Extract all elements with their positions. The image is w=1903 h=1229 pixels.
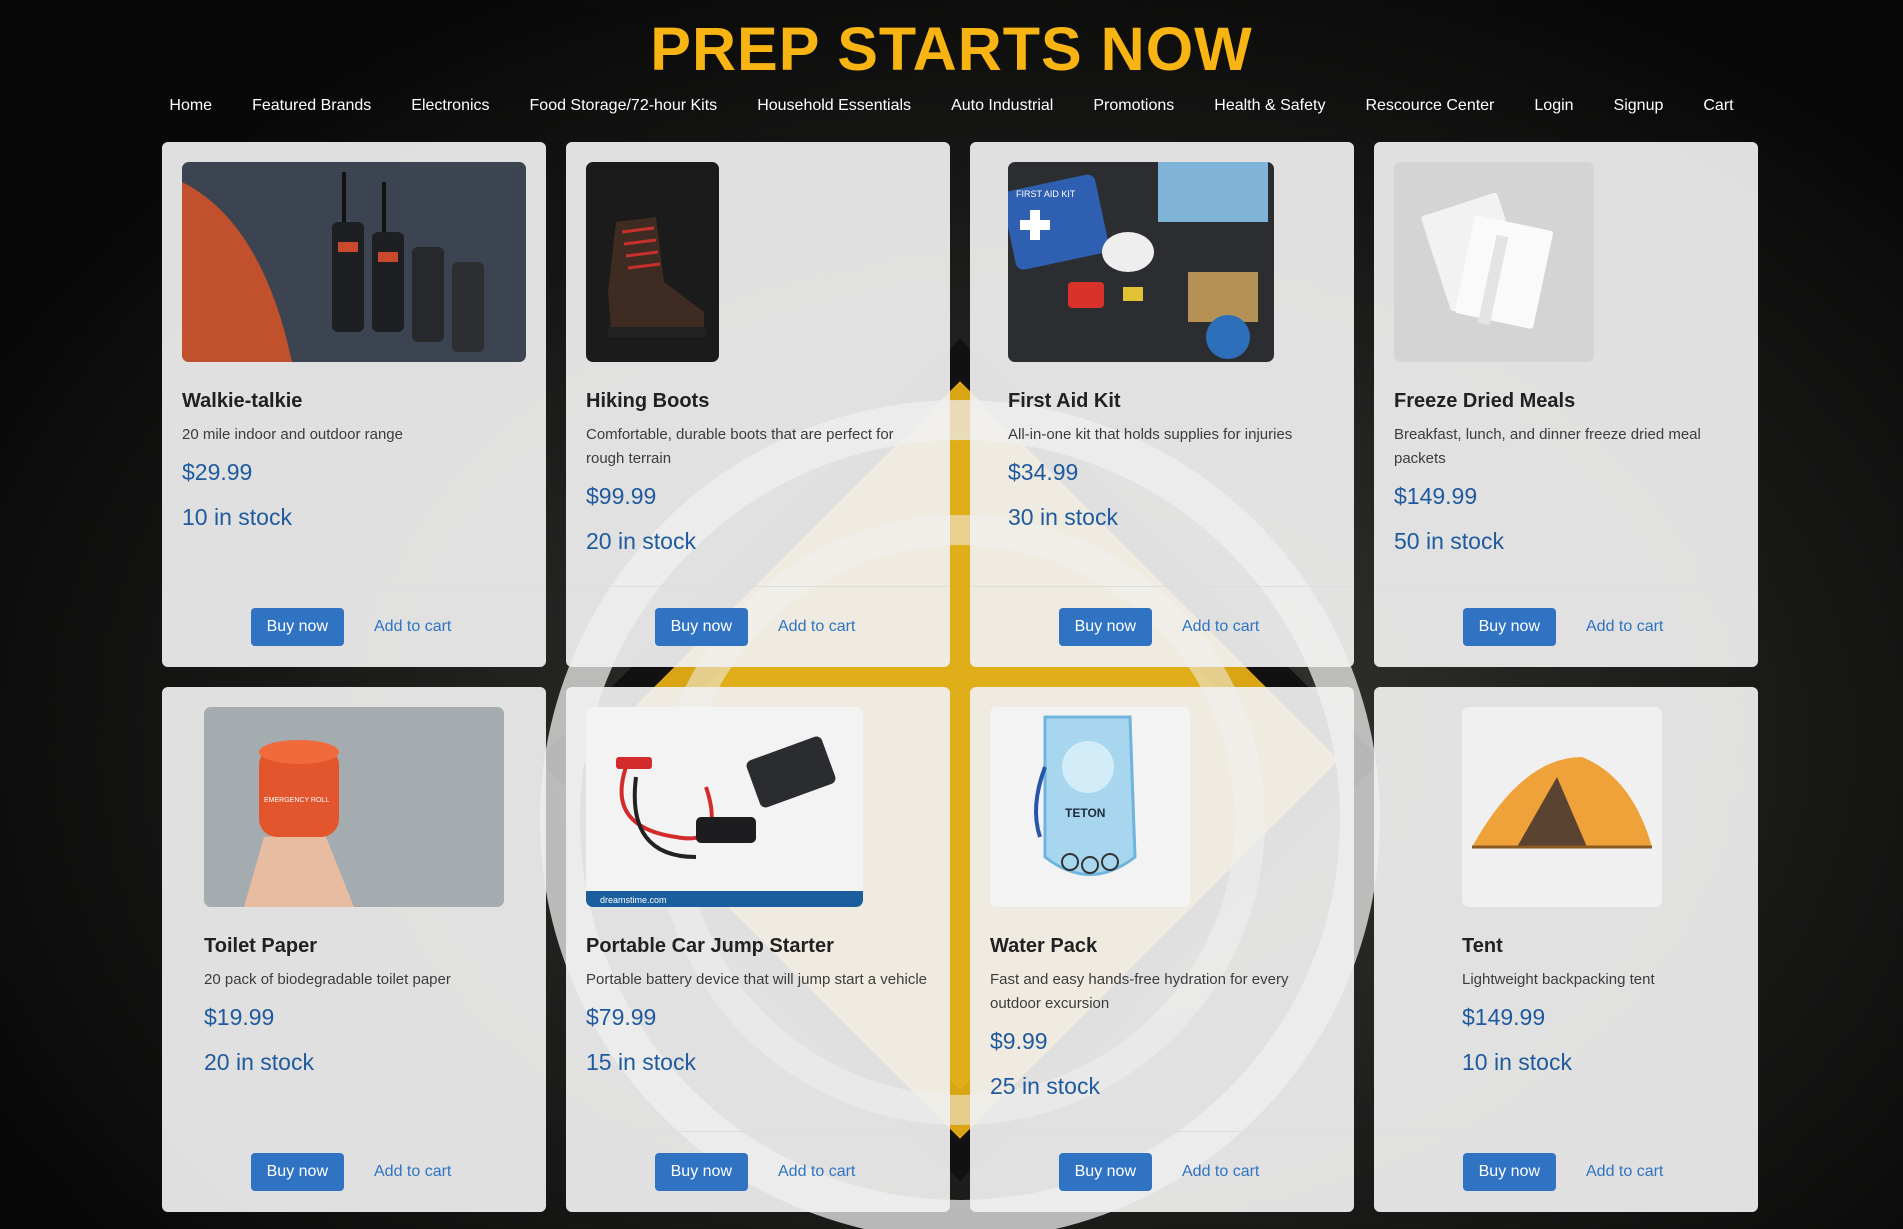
product-description: Fast and easy hands-free hydration for e… — [990, 971, 1289, 1012]
watermark-label: dreamstime.com — [600, 895, 667, 905]
product-stock: 50 in stock — [1394, 528, 1504, 554]
header: PREP STARTS NOW Home Featured Brands Ele… — [0, 0, 1903, 121]
product-description: Lightweight backpacking tent — [1462, 971, 1655, 988]
product-description: All-in-one kit that holds supplies for i… — [1008, 426, 1293, 443]
walkie-talkie-photo — [182, 162, 526, 362]
water-pack-label: TETON — [1065, 806, 1105, 820]
product-name: Water Pack — [990, 935, 1098, 957]
add-to-cart-button[interactable]: Add to cart — [368, 1162, 457, 1182]
buy-now-button[interactable]: Buy now — [654, 608, 748, 646]
product-card: Tent Lightweight backpacking tent $149.9… — [1374, 687, 1758, 1212]
buy-now-button[interactable]: Buy now — [250, 1153, 344, 1191]
product-price: $149.99 — [1394, 483, 1478, 509]
nav-home[interactable]: Home — [149, 91, 232, 121]
product-grid: Walkie-talkie 20 mile indoor and outdoor… — [162, 142, 1758, 1212]
product-price: $29.99 — [182, 459, 253, 485]
product-description: Breakfast, lunch, and dinner freeze drie… — [1394, 426, 1701, 467]
product-card: Freeze Dried Meals Breakfast, lunch, and… — [1374, 142, 1758, 667]
product-price: $79.99 — [586, 1004, 657, 1030]
add-to-cart-button[interactable]: Add to cart — [368, 617, 457, 637]
buy-now-button[interactable]: Buy now — [250, 608, 344, 646]
buy-now-button[interactable]: Buy now — [1462, 1153, 1556, 1191]
first-aid-kit-label: FIRST AID KIT — [1016, 189, 1076, 199]
card-footer: Buy now Add to cart — [1374, 586, 1758, 667]
nav-login[interactable]: Login — [1514, 91, 1593, 121]
nav-cart[interactable]: Cart — [1683, 91, 1753, 121]
add-to-cart-button[interactable]: Add to cart — [772, 617, 861, 637]
nav-featured-brands[interactable]: Featured Brands — [232, 91, 391, 121]
product-price: $19.99 — [204, 1004, 275, 1030]
nav-auto-industrial[interactable]: Auto Industrial — [931, 91, 1073, 121]
product-name: Toilet Paper — [204, 935, 317, 957]
nav-food-storage[interactable]: Food Storage/72-hour Kits — [510, 91, 738, 121]
product-stock: 15 in stock — [586, 1049, 696, 1075]
card-footer: Buy now Add to cart — [970, 586, 1354, 667]
product-price: $99.99 — [586, 483, 657, 509]
product-description: Comfortable, durable boots that are perf… — [586, 426, 894, 467]
buy-now-button[interactable]: Buy now — [1058, 1153, 1152, 1191]
first-aid-kit-photo: FIRST AID KIT — [1008, 162, 1274, 362]
add-to-cart-button[interactable]: Add to cart — [1176, 1162, 1265, 1182]
product-price: $34.99 — [1008, 459, 1079, 485]
product-stock: 20 in stock — [586, 528, 696, 554]
product-price: $9.99 — [990, 1028, 1048, 1054]
jump-starter-photo: dreamstime.com — [586, 707, 863, 907]
tent-photo — [1462, 707, 1662, 907]
card-footer: Buy now Add to cart — [162, 586, 546, 667]
buy-now-button[interactable]: Buy now — [1462, 608, 1556, 646]
product-name: First Aid Kit — [1008, 390, 1121, 412]
nav-signup[interactable]: Signup — [1594, 91, 1684, 121]
product-name: Tent — [1462, 935, 1503, 957]
nav-health-safety[interactable]: Health & Safety — [1194, 91, 1345, 121]
nav-household-essentials[interactable]: Household Essentials — [737, 91, 931, 121]
product-stock: 25 in stock — [990, 1073, 1100, 1099]
main-nav: Home Featured Brands Electronics Food St… — [0, 91, 1903, 121]
product-name: Walkie-talkie — [182, 390, 303, 412]
product-card: FIRST AID KIT First Aid Kit All-in-one k… — [970, 142, 1354, 667]
product-name: Hiking Boots — [586, 390, 710, 412]
product-description: Portable battery device that will jump s… — [586, 971, 927, 988]
product-card: dreamstime.com Portable Car Jump Starter… — [566, 687, 950, 1212]
product-name: Portable Car Jump Starter — [586, 935, 834, 957]
product-price: $149.99 — [1462, 1004, 1546, 1030]
add-to-cart-button[interactable]: Add to cart — [772, 1162, 861, 1182]
product-stock: 10 in stock — [182, 504, 292, 530]
product-description: 20 pack of biodegradable toilet paper — [204, 971, 451, 988]
add-to-cart-button[interactable]: Add to cart — [1176, 617, 1265, 637]
product-name: Freeze Dried Meals — [1394, 390, 1576, 412]
nav-promotions[interactable]: Promotions — [1073, 91, 1194, 121]
hiking-boot-photo — [586, 162, 719, 362]
card-footer: Buy now Add to cart — [566, 586, 950, 667]
product-stock: 10 in stock — [1462, 1049, 1572, 1075]
add-to-cart-button[interactable]: Add to cart — [1580, 1162, 1669, 1182]
product-card: TETON Water Pack Fast and easy hands-fre… — [970, 687, 1354, 1212]
nav-resource-center[interactable]: Rescource Center — [1345, 91, 1514, 121]
product-card: Walkie-talkie 20 mile indoor and outdoor… — [162, 142, 546, 667]
product-card: Hiking Boots Comfortable, durable boots … — [566, 142, 950, 667]
buy-now-button[interactable]: Buy now — [654, 1153, 748, 1191]
card-footer: Buy now Add to cart — [162, 1131, 546, 1212]
product-description: 20 mile indoor and outdoor range — [182, 426, 403, 443]
product-stock: 30 in stock — [1008, 504, 1118, 530]
toilet-paper-label: EMERGENCY ROLL — [264, 797, 329, 804]
card-footer: Buy now Add to cart — [970, 1131, 1354, 1212]
water-pack-photo: TETON — [990, 707, 1190, 907]
add-to-cart-button[interactable]: Add to cart — [1580, 617, 1669, 637]
product-stock: 20 in stock — [204, 1049, 314, 1075]
site-title: PREP STARTS NOW — [650, 15, 1253, 83]
card-footer: Buy now Add to cart — [566, 1131, 950, 1212]
nav-electronics[interactable]: Electronics — [391, 91, 509, 121]
toilet-paper-photo: EMERGENCY ROLL — [204, 707, 504, 907]
card-footer: Buy now Add to cart — [1374, 1131, 1758, 1212]
product-card: EMERGENCY ROLL Toilet Paper 20 pack of b… — [162, 687, 546, 1212]
meal-packets-photo — [1394, 162, 1594, 362]
buy-now-button[interactable]: Buy now — [1058, 608, 1152, 646]
